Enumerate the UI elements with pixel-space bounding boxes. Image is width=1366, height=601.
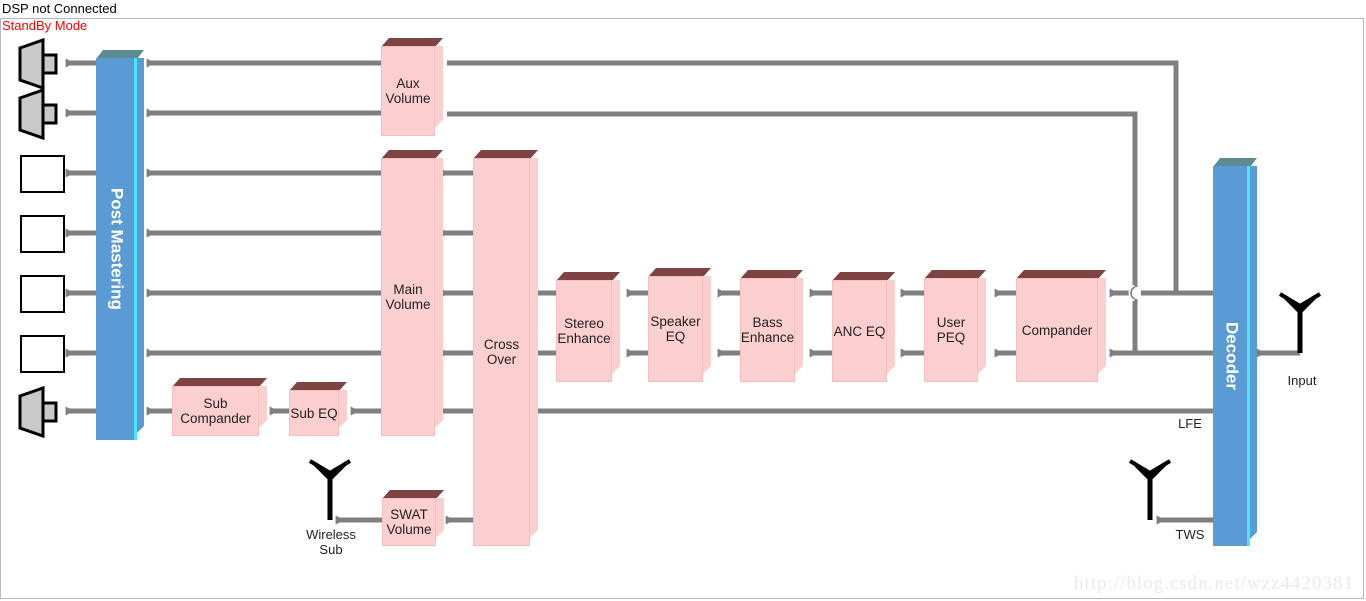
swat-volume-block[interactable]: SWAT Volume [382,490,444,546]
stereo-enhance-label: Stereo Enhance [557,316,611,346]
user-peq-side-face [978,278,986,374]
cross-over-block[interactable]: Cross Over [473,150,538,546]
bass-enhance-side-face [795,278,803,374]
bass-enhance-block[interactable]: Bass Enhance [740,270,803,382]
lfe-label: LFE [1178,416,1202,431]
sub-eq-side-face [339,390,347,428]
stereo-enhance-block[interactable]: Stereo Enhance [556,272,620,382]
sub-compander-side-face [259,386,267,428]
dsp-connection-status: DSP not Connected [2,1,117,16]
cross-over-label: Cross Over [483,337,520,367]
speaker-eq-block[interactable]: Speaker EQ [648,268,711,382]
anc-eq-side-face [887,280,895,374]
cross-over-side-face [530,158,538,538]
digital-out-icon-3 [20,275,65,313]
decoder-label: Decoder [1222,321,1242,391]
compander-side-face [1098,278,1106,374]
sub-eq-block[interactable]: Sub EQ [289,382,347,436]
main-volume-label: Main Volume [385,282,431,312]
post-mastering-label: Post Mastering [107,188,127,310]
decoder-block[interactable]: Decoder [1213,158,1257,546]
swat-volume-side-face [436,498,444,538]
user-peq-block[interactable]: User PEQ [924,270,986,382]
post-mastering-side-face [137,58,144,433]
watermark: http://blog.csdn.net/wzz4420381 [1073,573,1354,594]
compander-label: Compander [1021,322,1093,338]
speaker-eq-side-face [703,276,711,374]
main-volume-block[interactable]: Main Volume [381,150,443,436]
sub-eq-label: Sub EQ [290,405,338,421]
aux-volume-label: Aux Volume [385,76,431,106]
stereo-enhance-side-face [612,280,620,374]
aux-volume-block[interactable]: Aux Volume [381,38,443,136]
sub-compander-label: Sub Compander [180,396,251,426]
post-mastering-block[interactable]: Post Mastering [96,50,144,440]
anc-eq-label: ANC EQ [833,323,886,339]
digital-out-icon-2 [20,215,65,253]
bass-enhance-label: Bass Enhance [740,315,795,345]
tws-label: TWS [1175,527,1205,542]
main-volume-side-face [435,158,443,428]
digital-out-icon-1 [20,155,65,193]
aux-volume-side-face [435,46,443,128]
dsp-mode-status: StandBy Mode [2,18,88,33]
sub-compander-block[interactable]: Sub Compander [172,378,267,436]
speaker-eq-label: Speaker EQ [650,314,701,344]
digital-out-icon-4 [20,335,65,373]
decoder-side-face [1250,166,1257,539]
dsp-signal-flow-diagram: DSP not Connected StandBy Mode Post Mast… [0,0,1366,601]
wireless-sub-label: Wireless Sub [306,527,356,557]
compander-block[interactable]: Compander [1016,270,1106,382]
swat-volume-label: SWAT Volume [386,507,432,537]
anc-eq-block[interactable]: ANC EQ [832,272,895,382]
input-label: Input [1287,373,1317,388]
user-peq-label: User PEQ [936,315,966,345]
